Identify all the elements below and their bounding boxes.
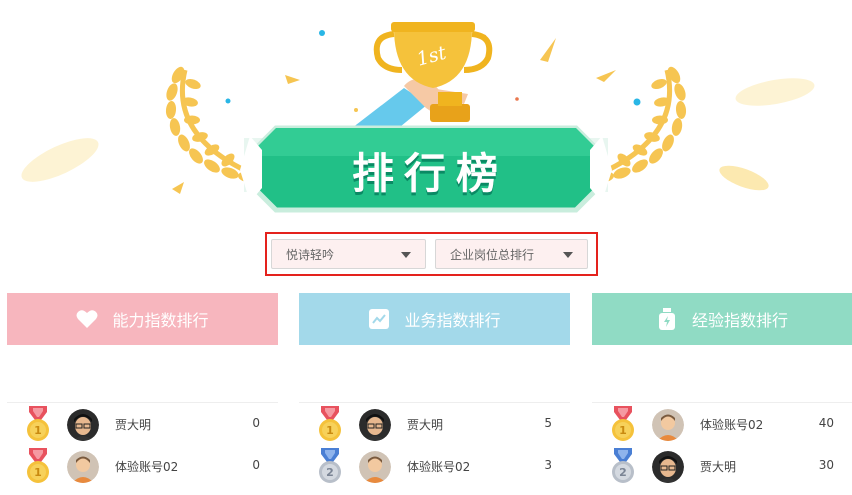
ranking-type-select[interactable]: 企业岗位总排行 <box>435 239 588 269</box>
avatar <box>359 451 391 483</box>
ranking-row: 2 体验账号02 3 <box>299 445 570 487</box>
member-name: 贾大明 <box>700 460 737 474</box>
member-score: 3 <box>544 458 552 472</box>
member-name: 贾大明 <box>115 418 152 432</box>
ranking-type-select-value: 企业岗位总排行 <box>450 247 535 262</box>
member-score: 30 <box>818 458 834 472</box>
gold-medal-icon: 1 <box>27 406 49 441</box>
experience-ranking-card: 经验指数排行 1 体验账号02 40 2 贾大明 30 <box>592 293 852 495</box>
member-name: 体验账号02 <box>700 418 764 432</box>
member-score: 5 <box>544 416 552 430</box>
money-bag-icon <box>656 308 678 330</box>
default-avatar <box>67 451 99 483</box>
avatar <box>652 409 684 441</box>
member-score: 0 <box>252 458 260 472</box>
card-header: 经验指数排行 <box>592 293 852 345</box>
user-select[interactable]: 悦诗轻吟 <box>271 239 426 269</box>
medal-rank: 1 <box>326 424 334 437</box>
man-glasses-avatar <box>359 409 391 441</box>
trend-chart-icon <box>368 308 390 330</box>
gold-medal-icon: 1 <box>319 406 341 441</box>
silver-medal-icon: 2 <box>319 448 341 483</box>
medal-rank: 1 <box>619 424 627 437</box>
card-header: 能力指数排行 <box>7 293 278 345</box>
ranking-row: 1 贾大明 0 <box>7 403 278 445</box>
avatar <box>652 451 684 483</box>
gold-medal-icon: 1 <box>27 448 49 483</box>
default-avatar <box>359 451 391 483</box>
card-title: 经验指数排行 <box>691 311 788 330</box>
member-name: 体验账号02 <box>115 460 179 474</box>
card-title: 业务指数排行 <box>404 311 501 330</box>
avatar <box>67 451 99 483</box>
ranking-row: 2 贾大明 30 <box>592 445 852 487</box>
member-score: 40 <box>818 416 834 430</box>
ranking-row: 1 贾大明 5 <box>299 403 570 445</box>
silver-medal-icon: 2 <box>612 448 634 483</box>
ranking-row: 1 体验账号02 40 <box>592 403 852 445</box>
card-title: 能力指数排行 <box>112 311 209 330</box>
medal-rank: 2 <box>326 466 334 479</box>
ability-ranking-card: 能力指数排行 1 贾大明 0 1 体验账号02 0 <box>7 293 278 495</box>
user-select-value: 悦诗轻吟 <box>286 247 335 262</box>
man-glasses-avatar <box>652 451 684 483</box>
card-header: 业务指数排行 <box>299 293 570 345</box>
medal-rank: 1 <box>34 424 42 437</box>
medal-rank: 2 <box>619 466 627 479</box>
member-name: 贾大明 <box>407 418 444 432</box>
default-avatar <box>652 409 684 441</box>
medal-rank: 1 <box>34 466 42 479</box>
business-ranking-card: 业务指数排行 1 贾大明 5 2 体验账号02 3 <box>299 293 570 495</box>
ranking-row: 1 体验账号02 0 <box>7 445 278 487</box>
chevron-down-icon <box>401 252 411 258</box>
man-glasses-avatar <box>67 409 99 441</box>
avatar <box>359 409 391 441</box>
leaderboard-title: 排行榜 <box>351 148 508 198</box>
filter-bar: 悦诗轻吟 企业岗位总排行 <box>265 232 598 276</box>
member-score: 0 <box>252 416 260 430</box>
member-name: 体验账号02 <box>407 460 471 474</box>
chevron-down-icon <box>563 252 573 258</box>
leaderboard-page: 1st 排行榜 悦诗轻吟 企业岗位总排行 能力指数排行 1 贾大明 0 1 体验… <box>0 0 852 495</box>
heart-icon <box>76 308 98 330</box>
gold-medal-icon: 1 <box>612 406 634 441</box>
leaderboard-banner: 1st 排行榜 <box>0 0 852 230</box>
avatar <box>67 409 99 441</box>
